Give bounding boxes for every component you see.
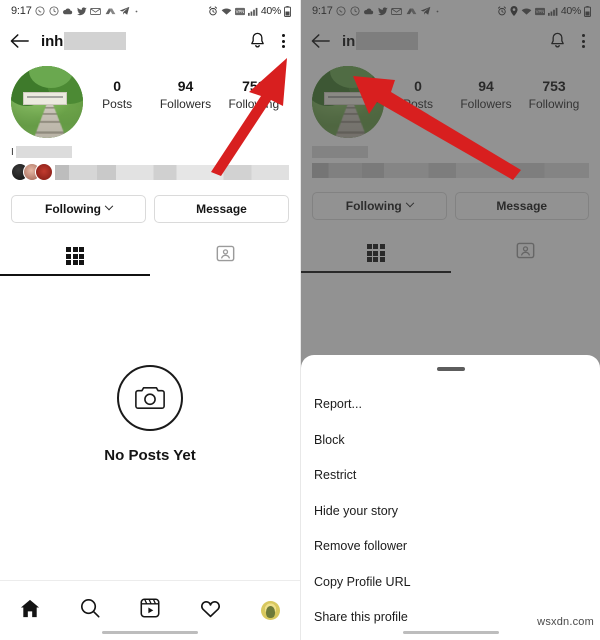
twitter-icon <box>76 6 87 16</box>
stat-label: Following <box>228 97 280 111</box>
svg-text:VPN: VPN <box>235 9 244 14</box>
profile-header: 0 Posts 94 Followers 753 Following <box>0 60 300 138</box>
mutual-followers-row[interactable] <box>0 158 300 181</box>
bottom-nav <box>0 580 300 640</box>
drive-icon <box>105 7 116 16</box>
screenshot-pair: 9:17 VPN 40% inh 0 Posts 94 Followers 75… <box>0 0 600 640</box>
profile-screen: 9:17 VPN 40% inh 0 Posts 94 Followers 75… <box>0 0 300 640</box>
mutual-avatars <box>11 163 53 181</box>
profile-bio: I <box>0 138 300 158</box>
home-icon <box>20 599 40 623</box>
three-dots-icon[interactable] <box>278 34 289 48</box>
options-bottom-sheet: Report... Block Restrict Hide your story… <box>301 355 600 640</box>
search-icon <box>80 598 100 623</box>
options-menu: Report... Block Restrict Hide your story… <box>301 371 600 636</box>
grid-icon <box>66 247 84 265</box>
tab-grid[interactable] <box>0 239 150 276</box>
reels-icon <box>140 598 160 623</box>
profile-actions: Following Message <box>0 181 300 223</box>
dot-icon <box>134 9 139 14</box>
mutual-text-redaction <box>55 164 289 180</box>
menu-item-restrict[interactable]: Restrict <box>314 458 587 494</box>
menu-item-report[interactable]: Report... <box>314 387 587 423</box>
stat-followers[interactable]: 94 Followers <box>151 78 219 113</box>
signal-vpn-icon: VPN <box>234 7 245 16</box>
tab-tagged[interactable] <box>150 239 300 273</box>
whatsapp-icon <box>35 6 45 16</box>
bio-redaction <box>15 146 72 158</box>
following-button[interactable]: Following <box>11 195 146 223</box>
avatar[interactable] <box>11 66 83 138</box>
profile-stats: 0 Posts 94 Followers 753 Following <box>83 66 288 113</box>
stat-following[interactable]: 753 Following <box>220 78 288 113</box>
nav-home[interactable] <box>0 599 60 623</box>
status-bar-left: 9:17 <box>11 5 139 17</box>
gesture-pill <box>102 630 198 634</box>
stat-value: 94 <box>177 78 194 94</box>
back-button[interactable] <box>10 33 29 49</box>
cloud-icon <box>62 7 73 16</box>
watermark: wsxdn.com <box>537 616 594 628</box>
empty-state-text: No Posts Yet <box>104 447 196 464</box>
nav-reels[interactable] <box>120 598 180 623</box>
stat-value: 0 <box>113 78 122 94</box>
status-bar: 9:17 VPN 40% <box>0 0 300 22</box>
battery-icon <box>284 5 291 17</box>
message-button[interactable]: Message <box>154 195 289 223</box>
status-time: 9:17 <box>11 5 32 17</box>
status-bar-right: VPN 40% <box>208 5 291 17</box>
wifi-icon <box>221 7 232 16</box>
camera-icon <box>117 365 183 431</box>
battery-percent: 40% <box>260 5 281 17</box>
gesture-pill <box>402 630 499 634</box>
active-tab-underline <box>0 274 150 276</box>
menu-item-block[interactable]: Block <box>314 422 587 458</box>
nav-search[interactable] <box>60 598 120 623</box>
menu-item-hide-your-story[interactable]: Hide your story <box>314 493 587 529</box>
following-button-label: Following <box>45 202 101 216</box>
nav-profile[interactable] <box>240 601 300 620</box>
profile-avatar-icon <box>260 601 280 620</box>
stat-label: Posts <box>102 97 133 111</box>
alarm-icon <box>208 6 218 16</box>
mutual-avatar <box>35 163 53 181</box>
telegram-icon <box>119 6 130 16</box>
profile-username: inh <box>41 32 127 50</box>
app-bar: inh <box>0 22 300 60</box>
tagged-person-icon <box>216 244 235 268</box>
stat-label: Followers <box>159 97 212 111</box>
username-redaction <box>64 32 127 50</box>
message-button-label: Message <box>196 202 247 216</box>
profile-tabs <box>0 239 300 276</box>
gmail-icon <box>90 7 101 16</box>
bell-icon[interactable] <box>249 32 266 50</box>
nav-activity[interactable] <box>180 599 240 623</box>
menu-item-copy-profile-url[interactable]: Copy Profile URL <box>314 564 587 600</box>
signal-bars-icon <box>247 7 258 16</box>
clock-icon <box>49 6 59 16</box>
heart-icon <box>200 599 221 623</box>
options-sheet-screen: 9:17 VPN 40% <box>300 0 600 640</box>
empty-state: No Posts Yet <box>0 273 300 464</box>
stat-value: 753 <box>242 78 266 94</box>
bio-prefix-char: I <box>11 146 14 158</box>
stat-posts[interactable]: 0 Posts <box>83 78 151 113</box>
chevron-down-icon <box>104 201 114 211</box>
username-text: inh <box>41 32 64 50</box>
menu-item-remove-follower[interactable]: Remove follower <box>314 529 587 565</box>
